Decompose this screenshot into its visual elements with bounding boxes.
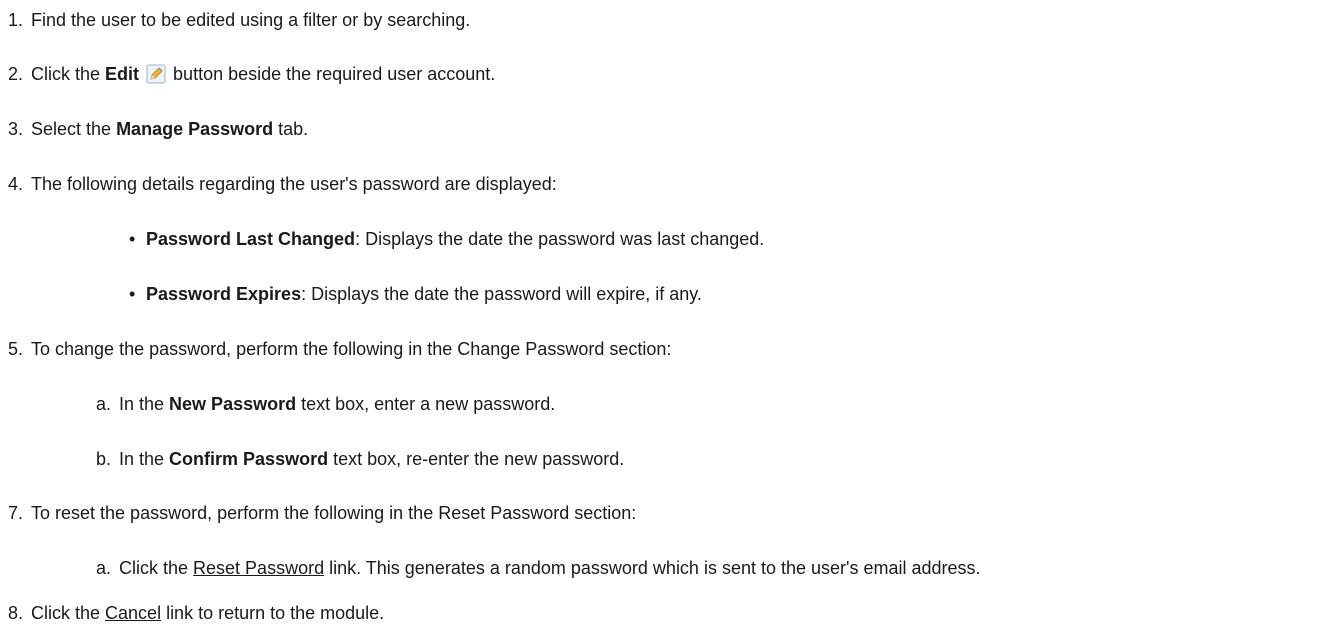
bullet-icon: • (129, 229, 136, 249)
substep-text-pre: In the (119, 449, 170, 469)
substep-text-pre: In the (119, 394, 170, 414)
substep-letter: a. (96, 394, 112, 414)
detail-password-expires: • Password Expires: Displays the date th… (129, 283, 702, 305)
detail-label: Password Expires (146, 284, 302, 304)
detail-text: : Displays the date the password will ex… (301, 284, 702, 304)
step-text: To reset the password, perform the follo… (31, 503, 637, 523)
substep-text-post: text box, re-enter the new password. (328, 449, 625, 469)
step-text-pre: Click the (31, 603, 106, 623)
detail-label: Password Last Changed (146, 229, 356, 249)
step-text: Click the Edit button beside the require… (31, 63, 495, 85)
step-text-post: link to return to the module. (161, 603, 385, 623)
step-text: Find the user to be edited using a filte… (31, 10, 471, 30)
step-text: The following details regarding the user… (31, 174, 557, 194)
step-text-pre: Click the (31, 64, 106, 84)
detail-text: : Displays the date the password was las… (355, 229, 765, 249)
step-text: Click the Cancel link to return to the m… (31, 602, 384, 624)
edit-pencil-icon[interactable] (146, 64, 166, 84)
substep-letter: a. (96, 558, 112, 578)
step-number: 5. (8, 339, 24, 359)
step-text-pre: Select the (31, 119, 117, 139)
manage-password-label: Manage Password (116, 119, 274, 139)
step-number: 1. (8, 10, 24, 30)
substep-text: Click the Reset Password link. This gene… (119, 557, 981, 579)
substep-text-post: text box, enter a new password. (296, 394, 556, 414)
substep-text-post: link. This generates a random password w… (324, 558, 981, 578)
cancel-link[interactable]: Cancel (105, 603, 161, 623)
step-text-post: tab. (273, 119, 309, 139)
new-password-label: New Password (169, 394, 297, 414)
substep-text: In the Confirm Password text box, re-ent… (119, 448, 624, 470)
substep-text-pre: Click the (119, 558, 194, 578)
step-number: 2. (8, 64, 24, 84)
step-text-post: button beside the required user account. (168, 64, 496, 84)
step-text: Select the Manage Password tab. (31, 118, 308, 140)
substep-letter: b. (96, 449, 112, 469)
step-number: 7. (8, 503, 24, 523)
reset-password-link[interactable]: Reset Password (193, 558, 324, 578)
step-number: 3. (8, 119, 24, 139)
edit-label: Edit (105, 64, 140, 84)
bullet-icon: • (129, 284, 136, 304)
step-number: 8. (8, 603, 24, 623)
confirm-password-label: Confirm Password (169, 449, 329, 469)
step-text: To change the password, perform the foll… (31, 339, 672, 359)
detail-password-last-changed: • Password Last Changed: Displays the da… (129, 228, 765, 250)
substep-text: In the New Password text box, enter a ne… (119, 393, 555, 415)
step-number: 4. (8, 174, 24, 194)
